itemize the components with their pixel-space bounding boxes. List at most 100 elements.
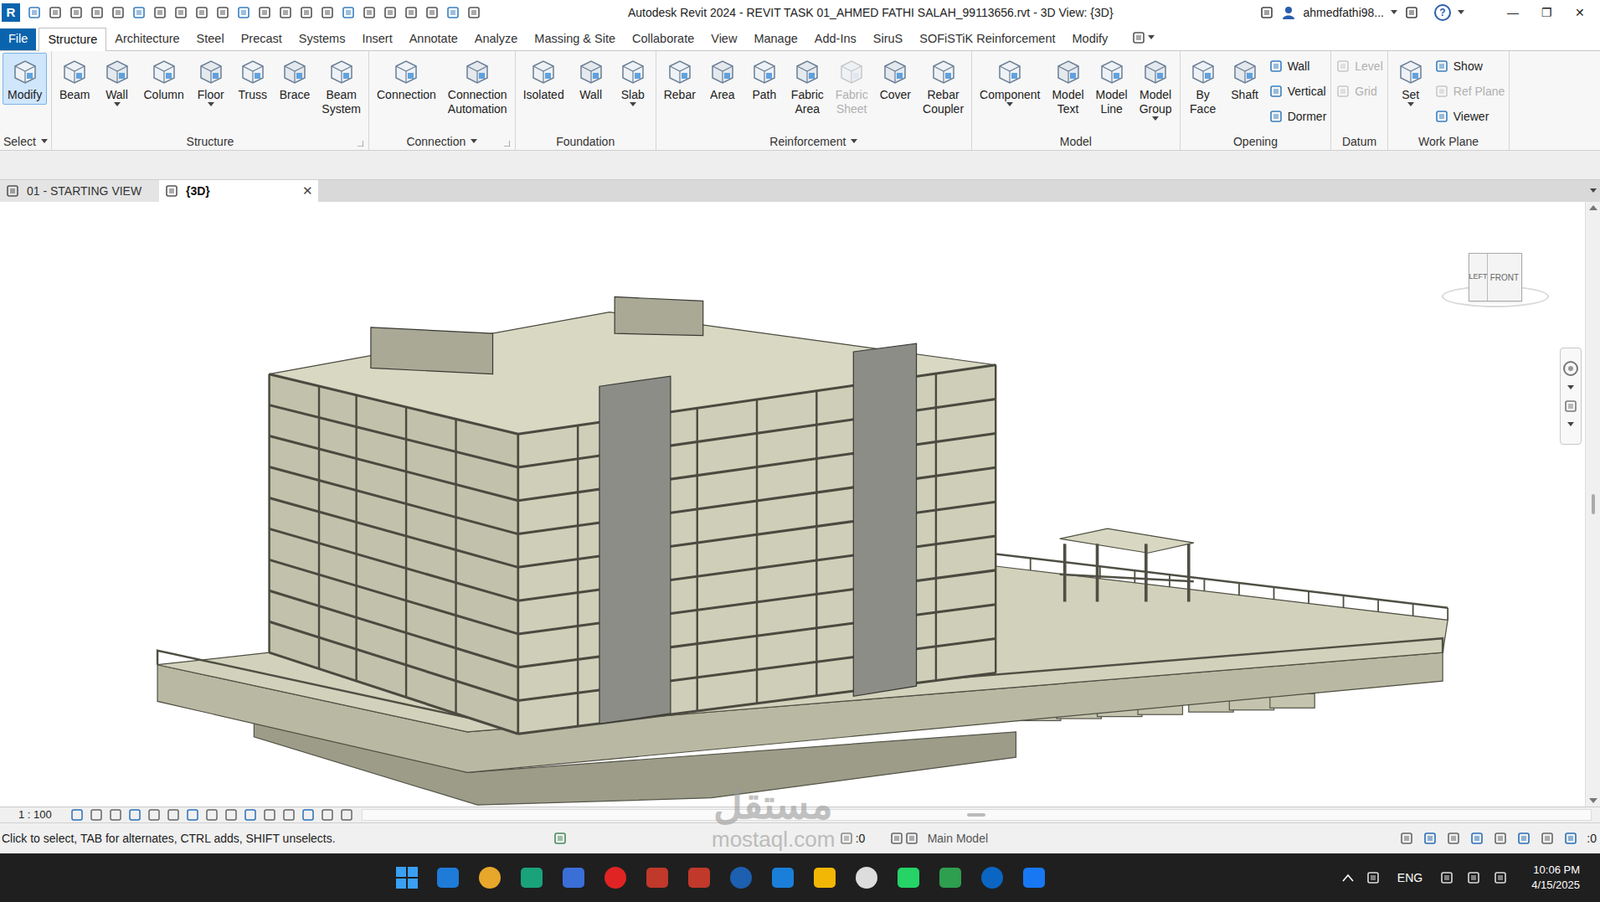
ribbon-tab[interactable]: Modify <box>1064 28 1117 51</box>
ribbon-button[interactable]: Floor <box>190 52 232 110</box>
taskbar-app-icon[interactable] <box>770 864 796 891</box>
filter-count[interactable]: :0 <box>1586 829 1597 848</box>
panel-title[interactable]: Model <box>972 133 1180 150</box>
panel-title[interactable]: Structure <box>51 133 369 150</box>
ribbon-button[interactable]: Fabric Sheet <box>830 52 874 119</box>
ribbon-tab[interactable]: Analyze <box>466 28 527 51</box>
ribbon-button[interactable]: Rebar Coupler <box>917 52 969 119</box>
steering-wheel-icon[interactable] <box>1562 360 1580 377</box>
horizontal-scrollbar[interactable] <box>361 808 1592 821</box>
view-tab[interactable]: {3D}✕ <box>159 180 319 202</box>
ribbon-small-button[interactable]: Dormer <box>1266 103 1329 129</box>
ribbon-tab[interactable]: View <box>702 28 746 51</box>
ribbon-button[interactable]: Wall <box>571 52 612 105</box>
ribbon-small-button[interactable]: Grid <box>1333 78 1384 104</box>
ribbon-tab[interactable]: Insert <box>353 28 401 51</box>
quick-access-icon[interactable] <box>215 5 231 21</box>
dropdown-arrow-icon[interactable] <box>1589 188 1597 194</box>
tray-chevron-icon[interactable] <box>1342 873 1354 882</box>
panel-title[interactable]: Datum <box>1331 133 1387 150</box>
ribbon-tab[interactable]: Annotate <box>401 28 467 51</box>
navigation-bar[interactable] <box>1559 347 1582 445</box>
view-control-icon[interactable] <box>262 807 277 822</box>
ribbon-button[interactable]: Isolated <box>518 52 570 105</box>
windows-start-icon[interactable] <box>395 865 419 890</box>
tool-icon[interactable] <box>1335 58 1351 74</box>
dropdown-arrow-icon[interactable] <box>629 102 637 108</box>
panel-title[interactable]: Connection <box>369 133 515 150</box>
dropdown-arrow-icon[interactable] <box>1147 35 1155 41</box>
window-control[interactable]: ✕ <box>1563 4 1597 22</box>
ribbon-button[interactable]: Modify <box>2 52 47 105</box>
ribbon-button[interactable]: Area <box>702 52 743 105</box>
language-indicator[interactable]: ENG <box>1397 869 1423 887</box>
selection-option-icon[interactable] <box>1422 830 1438 846</box>
design-option-icon[interactable] <box>904 830 920 846</box>
ribbon-button[interactable]: Component <box>974 52 1045 110</box>
ribbon-small-button[interactable]: Level <box>1333 53 1384 79</box>
view-control-icon[interactable] <box>147 807 161 822</box>
panel-title[interactable]: Reinforcement <box>656 133 972 150</box>
panel-title[interactable]: Select <box>0 133 52 150</box>
quick-access-icon[interactable] <box>319 5 335 21</box>
quick-access-icon[interactable] <box>152 5 168 21</box>
taskbar-app-icon[interactable] <box>895 864 921 891</box>
ribbon-button[interactable]: Cover <box>874 52 916 105</box>
quick-access-icon[interactable] <box>47 5 63 21</box>
dropdown-arrow-icon[interactable] <box>1457 10 1465 16</box>
ribbon-tab[interactable]: Precast <box>232 28 291 51</box>
ribbon-button[interactable]: By Face <box>1183 52 1224 119</box>
view-control-icon[interactable] <box>243 807 258 822</box>
wifi-icon[interactable] <box>1439 869 1455 885</box>
volume-icon[interactable] <box>1466 869 1482 885</box>
ribbon-small-button[interactable]: Viewer <box>1432 103 1507 129</box>
selection-option-icon[interactable] <box>1469 830 1485 846</box>
taskbar-app-icon[interactable] <box>937 864 963 891</box>
ribbon-button[interactable]: Wall <box>97 52 138 110</box>
dropdown-arrow-icon[interactable] <box>470 138 478 145</box>
tool-icon[interactable] <box>1434 108 1450 124</box>
home-view-icon[interactable] <box>164 183 180 199</box>
view-control-icon[interactable] <box>89 807 103 822</box>
dialog-launcher-icon[interactable] <box>357 140 364 147</box>
ribbon-button[interactable]: Path <box>744 52 785 105</box>
tool-icon[interactable] <box>1335 83 1351 99</box>
view-control-icon[interactable] <box>282 807 296 822</box>
taskbar-app-icon[interactable] <box>1021 864 1047 891</box>
clock[interactable]: 10:06 PM4/15/2025 <box>1531 862 1580 893</box>
quick-access-icon[interactable] <box>68 5 84 21</box>
ribbon-button[interactable]: Fabric Area <box>786 52 829 119</box>
user-icon[interactable] <box>1281 5 1297 21</box>
user-name[interactable]: ahmedfathi98... <box>1302 4 1384 22</box>
view-control-icon[interactable] <box>128 807 142 822</box>
panel-title[interactable]: Work Plane <box>1388 133 1509 150</box>
quick-access-icon[interactable] <box>173 5 189 21</box>
ribbon-button[interactable]: Beam <box>54 52 96 105</box>
panel-title[interactable]: Opening <box>1180 133 1332 150</box>
ribbon-button[interactable]: Connection <box>371 52 442 105</box>
quick-access-icon[interactable] <box>257 5 273 21</box>
tool-icon[interactable] <box>1434 58 1450 74</box>
view-scale[interactable]: 1 : 100 <box>0 806 71 824</box>
tool-icon[interactable] <box>1434 83 1450 99</box>
quick-access-icon[interactable] <box>382 5 398 21</box>
quick-access-icon[interactable] <box>340 5 356 21</box>
ribbon-button[interactable]: Model Text <box>1046 52 1089 119</box>
ribbon-tab[interactable]: Add-Ins <box>806 28 865 51</box>
dropdown-arrow-icon[interactable] <box>41 138 48 145</box>
ribbon-button[interactable]: Slab <box>612 52 654 110</box>
ribbon-button[interactable]: Truss <box>232 52 273 105</box>
cart-icon[interactable] <box>1404 5 1420 21</box>
view-control-icon[interactable] <box>320 807 335 822</box>
ribbon-tab[interactable]: Steel <box>188 28 233 51</box>
taskbar-app-icon[interactable] <box>812 864 838 891</box>
view-control-icon[interactable] <box>166 807 181 822</box>
ribbon-button[interactable]: Column <box>138 52 190 105</box>
view-control-icon[interactable] <box>70 807 84 822</box>
window-control[interactable]: ❐ <box>1529 4 1564 22</box>
ribbon-tab[interactable]: Manage <box>745 28 806 51</box>
quick-access-icon[interactable] <box>466 5 482 21</box>
network-icon[interactable] <box>1365 869 1381 885</box>
app-logo[interactable]: R <box>1 3 21 22</box>
ribbon-button[interactable]: Model Line <box>1090 52 1133 119</box>
